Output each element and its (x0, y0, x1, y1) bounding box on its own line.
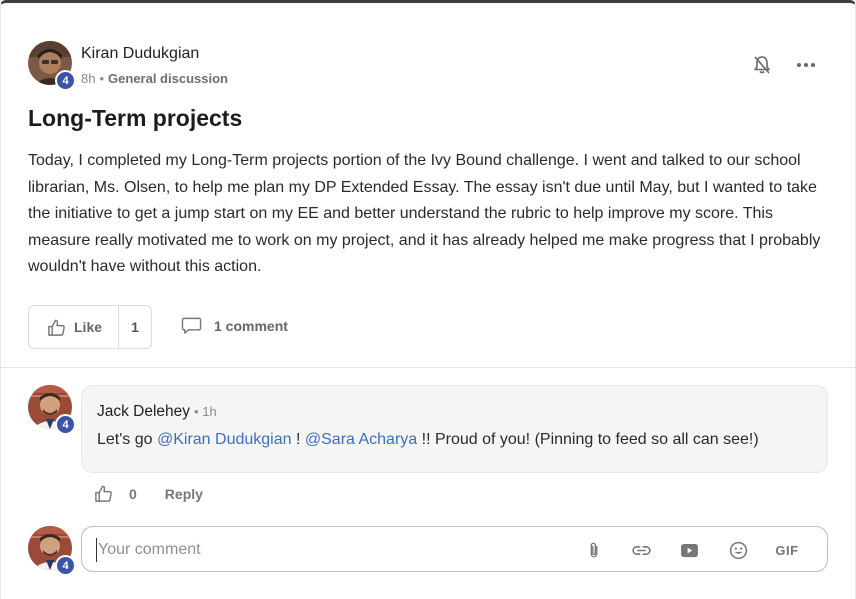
comment-author-name[interactable]: Jack Delehey (97, 403, 190, 421)
comment-text-prefix: Let's go (97, 431, 157, 448)
more-options-button[interactable] (794, 55, 818, 75)
comment-header: Jack Delehey • 1h (97, 403, 217, 421)
level-badge: 4 (55, 555, 76, 576)
mention-sara[interactable]: @Sara Acharya (305, 431, 417, 448)
post-category[interactable]: General discussion (108, 71, 228, 86)
comment-like-button[interactable] (94, 484, 113, 503)
reply-button[interactable]: Reply (165, 486, 203, 502)
level-badge: 4 (55, 70, 76, 91)
author-avatar[interactable]: 4 (28, 41, 76, 91)
comment-bubble-icon (181, 317, 202, 334)
comment-bubble: Jack Delehey • 1h Let's go @Kiran Dudukg… (81, 385, 828, 473)
like-control: Like 1 (28, 305, 152, 349)
emoji-icon (729, 541, 747, 559)
meta-separator: • (99, 71, 105, 86)
current-user-avatar: 4 (28, 526, 76, 576)
like-count[interactable]: 1 (118, 306, 151, 348)
comment-like-count: 0 (129, 485, 137, 502)
insert-video-button[interactable] (677, 538, 701, 562)
paperclip-icon (590, 542, 598, 558)
bell-off-icon (754, 56, 770, 74)
like-label: Like (74, 319, 103, 335)
post-title: Long-Term projects (28, 105, 243, 131)
commenter-avatar[interactable]: 4 (28, 385, 76, 435)
comment-count-label: 1 comment (214, 317, 288, 334)
comment-text-suffix: !! Proud of you! (Pinning to feed so all… (417, 431, 759, 448)
section-divider (1, 367, 856, 368)
post-body: Today, I completed my Long-Term projects… (28, 152, 821, 275)
comment-text: Let's go @Kiran Dudukgian ! @Sara Achary… (97, 431, 759, 449)
thumbs-up-icon (95, 485, 112, 502)
comment-actions: 0 Reply (94, 484, 203, 503)
attach-file-button[interactable] (582, 538, 606, 562)
post-author-name[interactable]: Kiran Dudukgian (81, 45, 199, 63)
insert-emoji-button[interactable] (726, 538, 750, 562)
post-time: 8h (81, 71, 96, 86)
video-icon (680, 543, 698, 557)
post-meta: 8h • General discussion (81, 71, 228, 86)
mute-notifications-button[interactable] (751, 54, 773, 76)
comment-text-mid: ! (291, 431, 305, 448)
like-button[interactable]: Like (29, 306, 118, 348)
comment-input[interactable] (96, 538, 536, 562)
insert-link-button[interactable] (629, 538, 653, 562)
comment-composer: GIF (81, 526, 828, 572)
level-badge: 4 (55, 414, 76, 435)
link-icon (631, 545, 651, 555)
comment-time: • 1h (194, 404, 217, 419)
post-card: 4 Kiran Dudukgian 8h • General discussio… (0, 0, 856, 599)
mention-kiran[interactable]: @Kiran Dudukgian (157, 431, 292, 448)
gif-button[interactable]: GIF (772, 538, 802, 562)
more-dots-icon (797, 63, 815, 67)
thumbs-up-icon (48, 319, 65, 336)
comment-count-button[interactable]: 1 comment (181, 316, 288, 335)
